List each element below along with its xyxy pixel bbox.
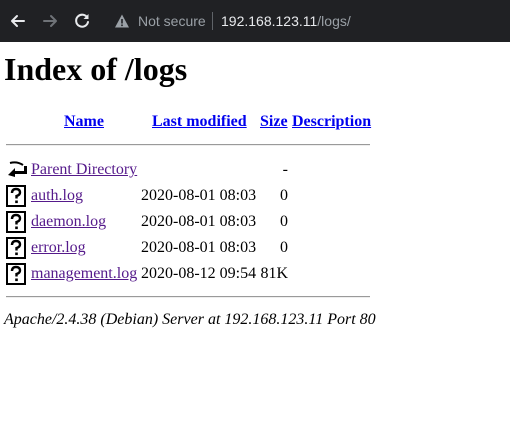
url-path: /logs/ xyxy=(317,13,351,29)
parent-directory-row: Parent Directory - xyxy=(0,157,400,183)
url-text[interactable]: 192.168.123.11/logs/ xyxy=(221,12,351,30)
file-row: error.log 2020-08-01 08:03 0 xyxy=(0,235,400,261)
file-modified: 2020-08-01 08:03 xyxy=(141,239,257,256)
unknown-file-icon xyxy=(6,211,26,233)
file-size: - xyxy=(282,161,288,178)
file-size: 0 xyxy=(280,239,288,256)
unknown-file-icon xyxy=(6,263,26,285)
sort-by-description-link[interactable]: Description xyxy=(292,112,371,132)
unknown-file-icon xyxy=(6,185,26,207)
file-size: 81K xyxy=(260,265,288,282)
reload-button[interactable] xyxy=(72,11,92,31)
directory-listing-page: Index of /logs Name Last modified Size D… xyxy=(0,42,510,422)
file-modified: 2020-08-01 08:03 xyxy=(141,187,257,204)
file-row: management.log 2020-08-12 09:54 81K xyxy=(0,261,400,287)
warning-triangle-icon[interactable] xyxy=(114,13,130,29)
file-link-daemon-log[interactable]: daemon.log xyxy=(31,212,106,232)
folder-back-icon xyxy=(6,159,27,181)
forward-button[interactable] xyxy=(40,11,60,31)
browser-toolbar: Not secure 192.168.123.11/logs/ xyxy=(0,0,510,42)
sort-by-modified-link[interactable]: Last modified xyxy=(152,112,247,132)
file-row: daemon.log 2020-08-01 08:03 0 xyxy=(0,209,400,235)
page-title: Index of /logs xyxy=(4,51,188,87)
server-signature: Apache/2.4.38 (Debian) Server at 192.168… xyxy=(4,311,376,328)
sort-by-size-link[interactable]: Size xyxy=(260,112,288,132)
file-link-error-log[interactable]: error.log xyxy=(31,238,86,258)
parent-directory-link[interactable]: Parent Directory xyxy=(31,160,137,180)
omnibox-divider xyxy=(212,12,213,30)
arrow-right-icon xyxy=(43,15,57,27)
unknown-file-icon xyxy=(6,237,26,259)
file-modified: 2020-08-01 08:03 xyxy=(141,213,257,230)
file-link-auth-log[interactable]: auth.log xyxy=(31,186,83,206)
security-status[interactable]: Not secure xyxy=(138,12,206,30)
arrow-left-icon xyxy=(11,15,25,27)
sort-by-name-link[interactable]: Name xyxy=(64,112,104,132)
file-modified: 2020-08-12 09:54 xyxy=(141,265,257,282)
file-size: 0 xyxy=(280,213,288,230)
file-link-management-log[interactable]: management.log xyxy=(31,264,137,284)
url-host: 192.168.123.11 xyxy=(221,13,318,29)
file-row: auth.log 2020-08-01 08:03 0 xyxy=(0,183,400,209)
file-size: 0 xyxy=(280,187,288,204)
address-bar[interactable]: Not secure 192.168.123.11/logs/ xyxy=(104,4,510,38)
reload-icon xyxy=(75,13,89,28)
back-button[interactable] xyxy=(8,11,28,31)
header-divider xyxy=(6,144,370,146)
footer-divider xyxy=(6,296,370,298)
